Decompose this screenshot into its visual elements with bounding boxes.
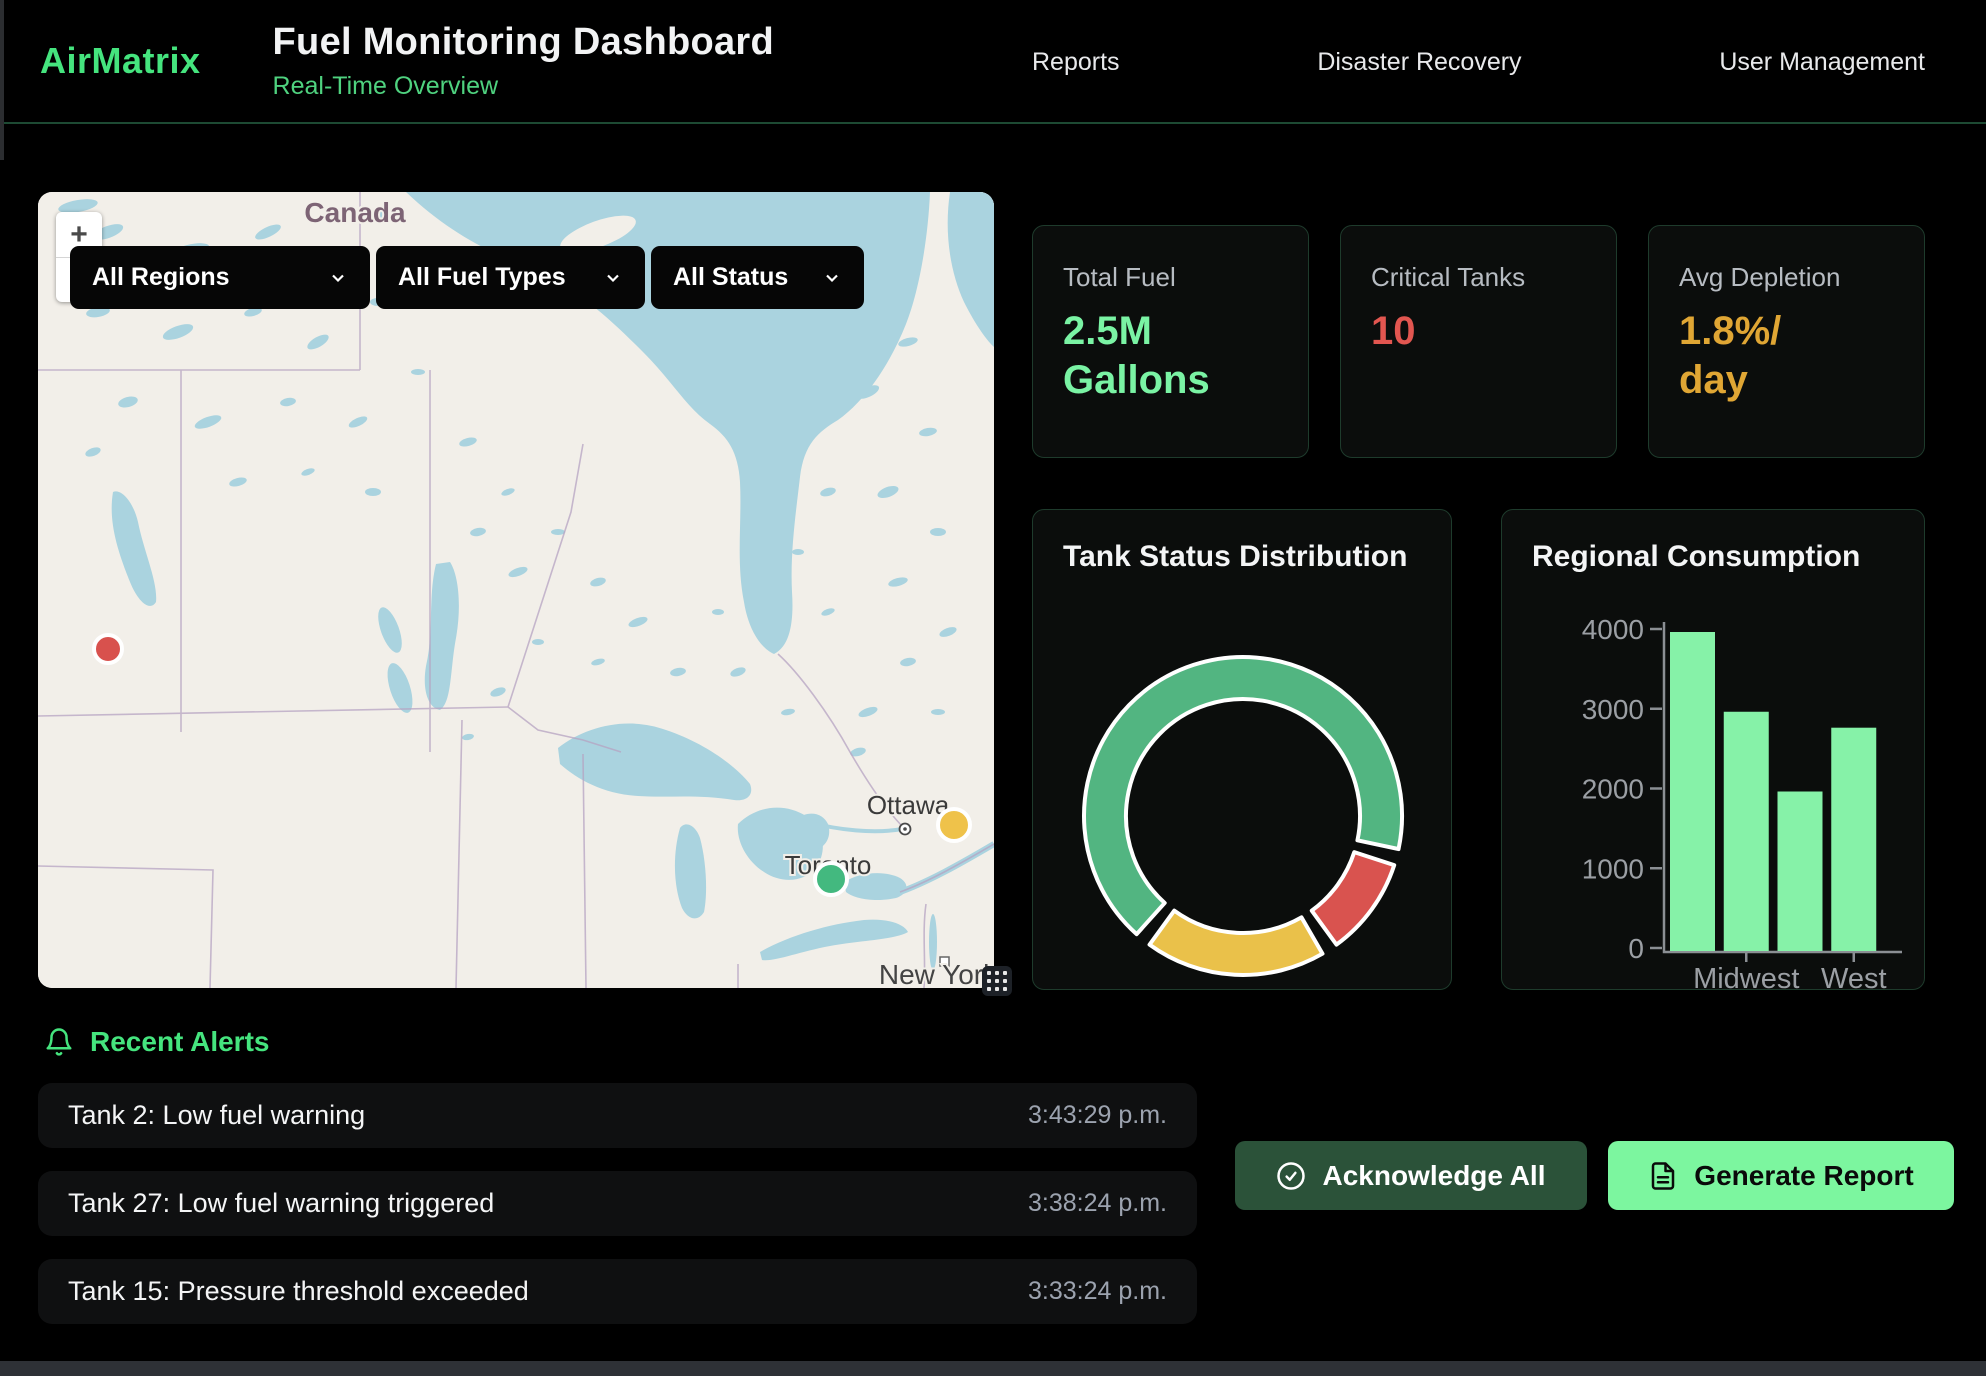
tank-status-donut-chart (1033, 510, 1452, 990)
stat-value-line: 2.5M (1063, 307, 1278, 356)
chevron-down-icon (822, 268, 842, 288)
alert-timestamp: 3:38:24 p.m. (1028, 1189, 1167, 1218)
status-filter-label: All Status (673, 263, 788, 292)
map-canvas: Canada Ottawa Toronto New York (38, 192, 994, 988)
svg-text:3000: 3000 (1582, 694, 1644, 725)
nav-user-management[interactable]: User Management (1719, 48, 1925, 77)
region-filter-select[interactable]: All Regions (70, 246, 370, 309)
tank-marker-warning[interactable] (938, 809, 970, 841)
generate-report-button[interactable]: Generate Report (1608, 1141, 1954, 1210)
svg-text:West: West (1821, 963, 1887, 990)
map-label-new-york: New York (879, 959, 994, 988)
main-nav: Reports Disaster Recovery User Managemen… (1032, 0, 1925, 124)
acknowledge-all-label: Acknowledge All (1322, 1160, 1545, 1192)
alert-row[interactable]: Tank 27: Low fuel warning triggered 3:38… (38, 1171, 1197, 1236)
svg-text:4000: 4000 (1582, 614, 1644, 645)
acknowledge-all-button[interactable]: Acknowledge All (1235, 1141, 1587, 1210)
stat-label: Critical Tanks (1371, 262, 1586, 293)
stat-cards: Total Fuel 2.5M Gallons Critical Tanks 1… (1032, 225, 1925, 458)
chevron-down-icon (603, 268, 623, 288)
alert-row[interactable]: Tank 15: Pressure threshold exceeded 3:3… (38, 1259, 1197, 1324)
regional-consumption-bar-chart: 0 1000 2000 3000 4000 Midwest West (1502, 600, 1925, 990)
document-icon (1648, 1161, 1678, 1191)
stat-value: 1.8%/ day (1679, 307, 1894, 405)
stat-value: 2.5M Gallons (1063, 307, 1278, 405)
nav-reports[interactable]: Reports (1032, 48, 1120, 77)
generate-report-label: Generate Report (1694, 1160, 1913, 1192)
tank-status-chart-card: Tank Status Distribution (1032, 509, 1452, 990)
tank-marker-critical[interactable] (94, 635, 122, 663)
alert-timestamp: 3:43:29 p.m. (1028, 1101, 1167, 1130)
tank-map[interactable]: Canada Ottawa Toronto New York + − All R… (38, 192, 994, 988)
stat-card-critical-tanks: Critical Tanks 10 (1340, 225, 1617, 458)
alert-message: Tank 27: Low fuel warning triggered (68, 1188, 494, 1219)
stat-value-line: day (1679, 356, 1894, 405)
donut-chart-title: Tank Status Distribution (1033, 510, 1451, 574)
map-label-ottawa: Ottawa (867, 790, 950, 820)
window-bottom-strip (0, 1361, 1986, 1376)
nav-disaster-recovery[interactable]: Disaster Recovery (1317, 48, 1521, 77)
page-subtitle: Real-Time Overview (273, 72, 774, 101)
stat-label: Avg Depletion (1679, 262, 1894, 293)
bell-icon (44, 1027, 74, 1057)
alert-message: Tank 2: Low fuel warning (68, 1100, 365, 1131)
regional-consumption-chart-card: Regional Consumption 0 1000 2000 3000 4000 Mi… (1501, 509, 1925, 990)
stat-card-avg-depletion: Avg Depletion 1.8%/ day (1648, 225, 1925, 458)
alert-message: Tank 15: Pressure threshold exceeded (68, 1276, 529, 1307)
check-circle-icon (1276, 1161, 1306, 1191)
svg-text:0: 0 (1628, 933, 1644, 964)
fuel-type-filter-label: All Fuel Types (398, 263, 566, 292)
app-header: AirMatrix Fuel Monitoring Dashboard Real… (0, 0, 1986, 124)
svg-text:Midwest: Midwest (1693, 963, 1799, 990)
ottawa-town-dot-icon (903, 827, 907, 831)
app-logo: AirMatrix (40, 40, 201, 82)
map-filter-bar: All Regions All Fuel Types All Status (70, 246, 866, 309)
chevron-down-icon (328, 268, 348, 288)
tank-marker-normal[interactable] (815, 863, 847, 895)
region-filter-label: All Regions (92, 263, 230, 292)
bar-chart-title: Regional Consumption (1502, 510, 1924, 574)
page-title: Fuel Monitoring Dashboard (273, 21, 774, 64)
alert-list: Tank 2: Low fuel warning 3:43:29 p.m. Ta… (38, 1083, 1197, 1347)
svg-text:2000: 2000 (1582, 774, 1644, 805)
stat-value-line: Gallons (1063, 356, 1278, 405)
svg-text:1000: 1000 (1582, 853, 1644, 884)
map-label-canada: Canada (304, 197, 406, 228)
status-filter-select[interactable]: All Status (651, 246, 864, 309)
alert-row[interactable]: Tank 2: Low fuel warning 3:43:29 p.m. (38, 1083, 1197, 1148)
stat-label: Total Fuel (1063, 262, 1278, 293)
stat-value: 10 (1371, 307, 1586, 356)
page-title-block: Fuel Monitoring Dashboard Real-Time Over… (273, 21, 774, 101)
map-resize-handle-icon[interactable] (982, 966, 1012, 996)
window-edge (0, 0, 4, 160)
stat-card-total-fuel: Total Fuel 2.5M Gallons (1032, 225, 1309, 458)
stat-value-line: 1.8%/ (1679, 307, 1894, 356)
stat-value-line: 10 (1371, 307, 1586, 356)
fuel-type-filter-select[interactable]: All Fuel Types (376, 246, 645, 309)
alert-timestamp: 3:33:24 p.m. (1028, 1277, 1167, 1306)
recent-alerts-title: Recent Alerts (90, 1026, 269, 1058)
recent-alerts-header: Recent Alerts (44, 1026, 269, 1058)
